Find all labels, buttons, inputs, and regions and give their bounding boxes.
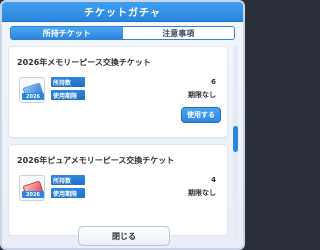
tab-notes[interactable]: 注意事項 <box>122 27 234 39</box>
ticket-icon-year: 2026 <box>22 191 44 198</box>
owned-value: 6 <box>211 78 216 86</box>
detail-row-owned: 所持数 4 <box>51 175 216 185</box>
ticket-card: 2026年メモリーピース交換チケット 2026 所持数 6 使用期限 期限なし … <box>8 46 228 138</box>
expiry-label: 使用期限 <box>51 188 85 198</box>
tab-owned-tickets[interactable]: 所持チケット <box>11 27 123 39</box>
ticket-icon-year: 2026 <box>22 93 44 100</box>
memory-ticket-icon: 2026 <box>19 77 45 103</box>
ticket-details: 所持数 4 使用期限 期限なし <box>51 175 216 201</box>
owned-value: 4 <box>211 176 216 184</box>
ticket-list[interactable]: 2026年メモリーピース交換チケット 2026 所持数 6 使用期限 期限なし … <box>8 46 228 236</box>
detail-row-expiry: 使用期限 期限なし <box>51 90 216 100</box>
expiry-value: 期限なし <box>188 189 216 197</box>
ticket-card: 2026年ピュアメモリーピース交換チケット 2026 所持数 4 使用期限 期限… <box>8 144 228 236</box>
use-ticket-button[interactable]: 使用する <box>181 107 221 123</box>
detail-row-owned: 所持数 6 <box>51 77 216 87</box>
list-scrollbar[interactable] <box>233 46 238 236</box>
scroll-thumb[interactable] <box>233 126 238 152</box>
expiry-value: 期限なし <box>188 91 216 99</box>
dialog-title: チケットガチャ <box>2 2 243 22</box>
ticket-title: 2026年メモリーピース交換チケット <box>17 58 151 67</box>
owned-label: 所持数 <box>51 175 85 185</box>
expiry-label: 使用期限 <box>51 90 85 100</box>
detail-row-expiry: 使用期限 期限なし <box>51 188 216 198</box>
tab-bar: 所持チケット 注意事項 <box>10 26 235 40</box>
owned-label: 所持数 <box>51 77 85 87</box>
close-button[interactable]: 閉じる <box>78 226 170 246</box>
ticket-details: 所持数 6 使用期限 期限なし <box>51 77 216 103</box>
ticket-title: 2026年ピュアメモリーピース交換チケット <box>17 156 175 165</box>
ticket-gacha-dialog: チケットガチャ 所持チケット 注意事項 2026年メモリーピース交換チケット 2… <box>0 0 245 250</box>
pure-memory-ticket-icon: 2026 <box>19 175 45 201</box>
